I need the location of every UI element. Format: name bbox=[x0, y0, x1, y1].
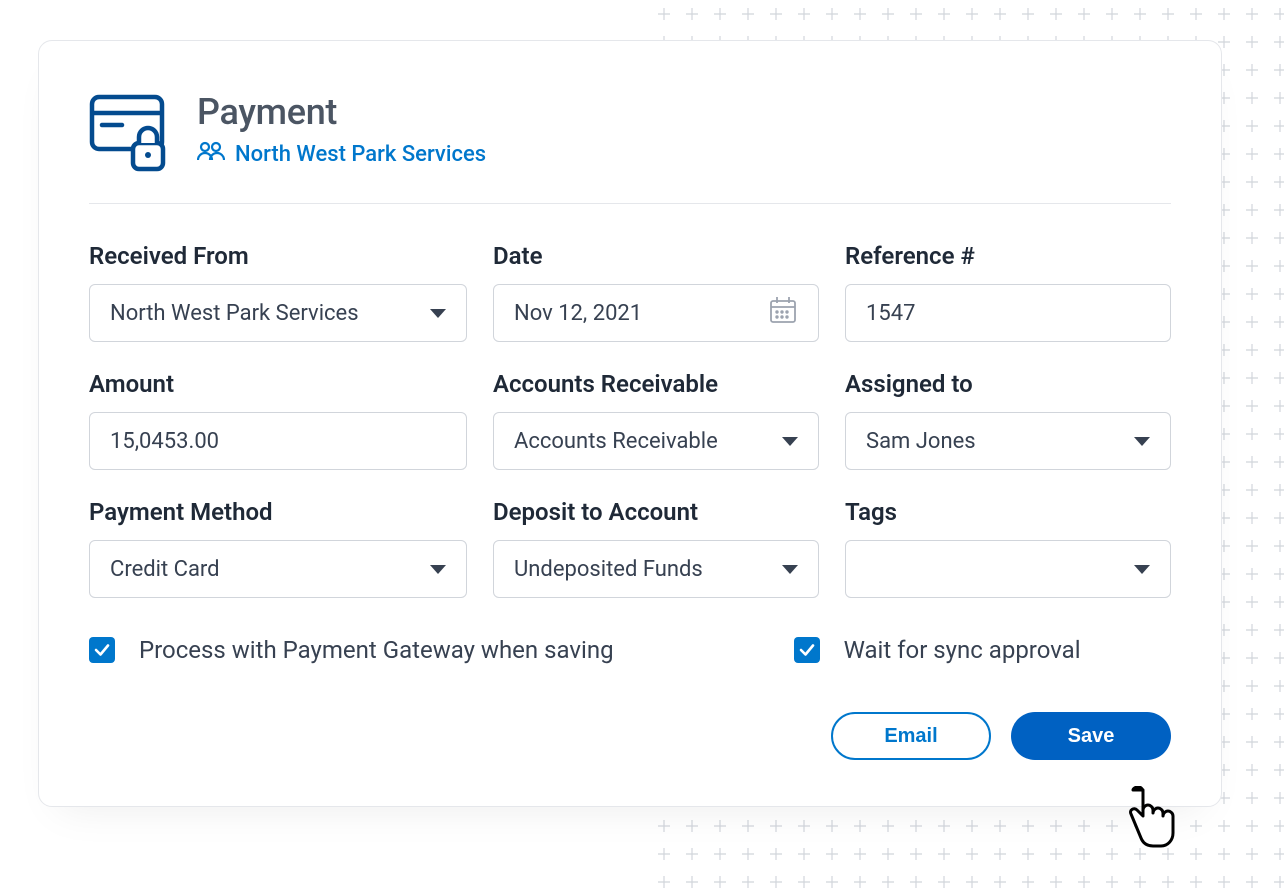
received-from-field: Received From North West Park Services bbox=[89, 242, 467, 342]
reference-field: Reference # bbox=[845, 242, 1171, 342]
save-button[interactable]: Save bbox=[1011, 712, 1171, 760]
accounts-receivable-value: Accounts Receivable bbox=[514, 429, 782, 454]
chevron-down-icon bbox=[1134, 565, 1150, 574]
received-from-label: Received From bbox=[89, 242, 467, 270]
accounts-receivable-label: Accounts Receivable bbox=[493, 370, 819, 398]
tags-select[interactable] bbox=[845, 540, 1171, 598]
checkbox-box bbox=[794, 637, 820, 663]
secure-card-icon bbox=[89, 91, 169, 177]
accounts-receivable-field: Accounts Receivable Accounts Receivable bbox=[493, 370, 819, 470]
date-field: Date Nov 12, 2021 bbox=[493, 242, 819, 342]
amount-label: Amount bbox=[89, 370, 467, 398]
assigned-to-field: Assigned to Sam Jones bbox=[845, 370, 1171, 470]
assigned-to-value: Sam Jones bbox=[866, 429, 1134, 454]
payment-method-value: Credit Card bbox=[110, 557, 430, 582]
payment-form-card: Payment North West Park Services Receive… bbox=[38, 40, 1222, 807]
assigned-to-label: Assigned to bbox=[845, 370, 1171, 398]
chevron-down-icon bbox=[782, 437, 798, 446]
payment-method-label: Payment Method bbox=[89, 498, 467, 526]
deposit-to-select[interactable]: Undeposited Funds bbox=[493, 540, 819, 598]
chevron-down-icon bbox=[430, 565, 446, 574]
accounts-receivable-select[interactable]: Accounts Receivable bbox=[493, 412, 819, 470]
customer-link[interactable]: North West Park Services bbox=[197, 141, 486, 167]
deposit-to-label: Deposit to Account bbox=[493, 498, 819, 526]
received-from-value: North West Park Services bbox=[110, 301, 430, 326]
checkbox-box bbox=[89, 637, 115, 663]
chevron-down-icon bbox=[782, 565, 798, 574]
reference-label: Reference # bbox=[845, 242, 1171, 270]
page-title: Payment bbox=[197, 91, 486, 133]
process-gateway-checkbox[interactable]: Process with Payment Gateway when saving bbox=[89, 636, 614, 664]
chevron-down-icon bbox=[1134, 437, 1150, 446]
customer-name: North West Park Services bbox=[235, 142, 486, 167]
people-icon bbox=[197, 141, 225, 167]
deposit-to-field: Deposit to Account Undeposited Funds bbox=[493, 498, 819, 598]
form-header: Payment North West Park Services bbox=[89, 91, 1171, 204]
wait-sync-label: Wait for sync approval bbox=[844, 636, 1081, 664]
date-value: Nov 12, 2021 bbox=[514, 301, 768, 326]
received-from-select[interactable]: North West Park Services bbox=[89, 284, 467, 342]
amount-field: Amount bbox=[89, 370, 467, 470]
reference-input[interactable] bbox=[866, 301, 1150, 326]
process-gateway-label: Process with Payment Gateway when saving bbox=[139, 636, 614, 664]
wait-sync-checkbox[interactable]: Wait for sync approval bbox=[794, 636, 1081, 664]
date-input[interactable]: Nov 12, 2021 bbox=[493, 284, 819, 342]
payment-method-select[interactable]: Credit Card bbox=[89, 540, 467, 598]
email-button[interactable]: Email bbox=[831, 712, 991, 760]
payment-method-field: Payment Method Credit Card bbox=[89, 498, 467, 598]
calendar-icon bbox=[768, 295, 798, 331]
tags-label: Tags bbox=[845, 498, 1171, 526]
amount-input[interactable] bbox=[110, 429, 446, 454]
deposit-to-value: Undeposited Funds bbox=[514, 557, 782, 582]
date-label: Date bbox=[493, 242, 819, 270]
assigned-to-select[interactable]: Sam Jones bbox=[845, 412, 1171, 470]
chevron-down-icon bbox=[430, 309, 446, 318]
tags-field: Tags bbox=[845, 498, 1171, 598]
